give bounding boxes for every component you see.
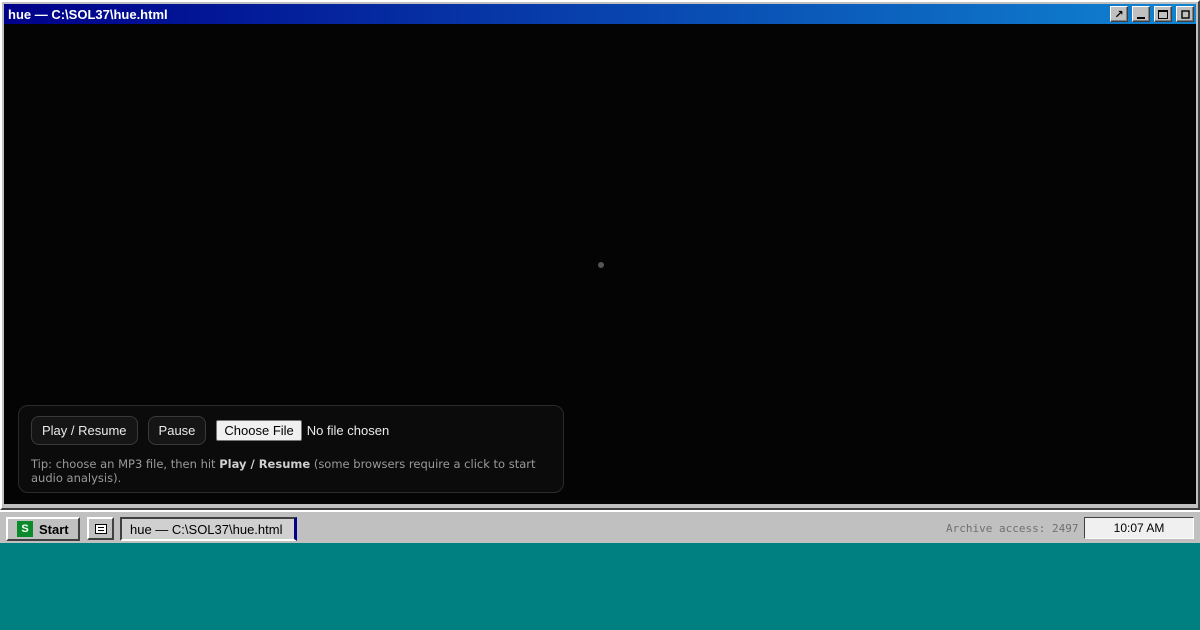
quick-launch-button[interactable] xyxy=(87,517,114,540)
file-status: No file chosen xyxy=(306,423,390,438)
play-resume-button[interactable]: Play / Resume xyxy=(31,416,138,445)
tip-prefix: Tip: choose an MP3 file, then hit xyxy=(31,457,220,471)
close-button[interactable] xyxy=(1176,6,1194,22)
clock-time: 10:07 AM xyxy=(1113,521,1165,535)
choose-file-button[interactable]: Choose File xyxy=(216,420,302,441)
minimize-icon xyxy=(1137,17,1145,19)
file-input[interactable]: Choose File No file chosen xyxy=(216,420,389,441)
maximize-icon xyxy=(1158,9,1168,19)
close-icon xyxy=(1180,9,1190,19)
window-titlebar[interactable]: hue — C:\SOL37\hue.html ↗ xyxy=(4,4,1196,24)
pause-button[interactable]: Pause xyxy=(147,416,207,445)
browser-window: hue — C:\SOL37\hue.html ↗ Play / Resume xyxy=(0,0,1200,510)
visualizer-center-dot xyxy=(598,262,604,268)
window-list-icon xyxy=(94,523,107,534)
start-button[interactable]: S Start xyxy=(6,517,80,541)
playback-controls: Play / Resume Pause Choose File No file … xyxy=(31,416,551,445)
system-clock[interactable]: 10:07 AM xyxy=(1084,517,1194,539)
tip-bold: Play / Resume xyxy=(219,457,311,471)
window-title: hue — C:\SOL37\hue.html xyxy=(8,6,168,22)
help-button[interactable]: ↗ xyxy=(1110,6,1128,22)
minimize-button[interactable] xyxy=(1132,6,1150,22)
visualizer-canvas[interactable]: Play / Resume Pause Choose File No file … xyxy=(4,24,1196,504)
control-panel: Play / Resume Pause Choose File No file … xyxy=(18,405,564,493)
start-logo-icon: S xyxy=(17,521,33,537)
archive-access-status: Archive access: 2497 xyxy=(946,522,1079,535)
window-controls: ↗ xyxy=(1110,6,1194,22)
taskbar-item-label: hue — C:\SOL37\hue.html xyxy=(130,521,283,537)
start-label: Start xyxy=(39,521,69,537)
taskbar-item-hue[interactable]: hue — C:\SOL37\hue.html xyxy=(120,517,297,541)
maximize-button[interactable] xyxy=(1154,6,1172,22)
taskbar: S Start hue — C:\SOL37\hue.html Archive … xyxy=(0,510,1200,543)
arrow-icon: ↗ xyxy=(1114,7,1124,21)
tip-text: Tip: choose an MP3 file, then hit Play /… xyxy=(31,457,551,485)
